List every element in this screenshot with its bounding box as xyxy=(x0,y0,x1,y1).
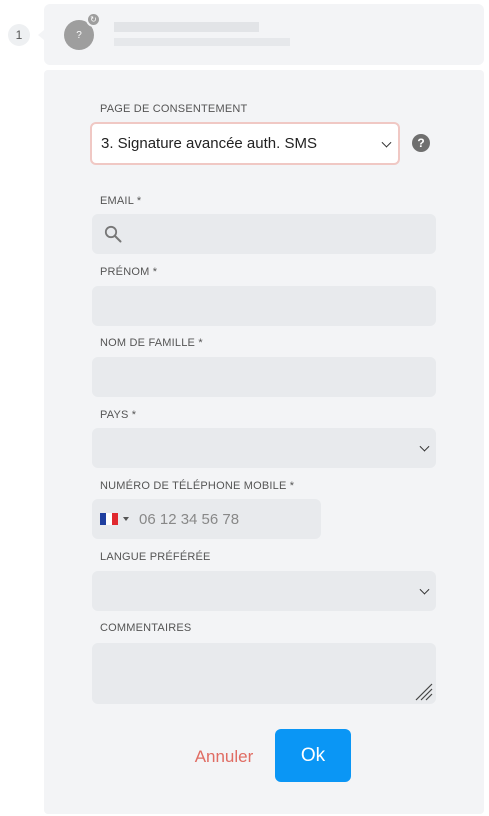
mobile-phone-label: NUMÉRO DE TÉLÉPHONE MOBILE * xyxy=(100,480,295,492)
country-code-caret-icon[interactable] xyxy=(123,517,129,521)
first-name-field[interactable] xyxy=(92,286,436,326)
language-label: LANGUE PRÉFÉRÉE xyxy=(100,551,211,563)
resize-handle-icon[interactable] xyxy=(413,681,433,701)
chevron-down-icon xyxy=(419,441,430,452)
signer-form: PAGE DE CONSENTEMENT 3. Signature avancé… xyxy=(44,70,484,814)
comments-textarea[interactable] xyxy=(92,643,436,704)
first-name-label: PRÉNOM * xyxy=(100,266,158,278)
france-flag-icon[interactable] xyxy=(100,513,118,525)
help-icon[interactable]: ? xyxy=(412,134,430,152)
consent-page-select[interactable]: 3. Signature avancée auth. SMS xyxy=(90,122,400,165)
loading-placeholder-subtitle xyxy=(114,38,290,46)
country-select[interactable] xyxy=(92,428,436,468)
consent-page-selected-value: 3. Signature avancée auth. SMS xyxy=(101,135,317,152)
country-label: PAYS * xyxy=(100,409,137,421)
loading-placeholder-title xyxy=(114,22,259,32)
last-name-label: NOM DE FAMILLE * xyxy=(100,337,203,349)
last-name-field[interactable] xyxy=(92,357,436,397)
language-select[interactable] xyxy=(92,571,436,611)
search-icon xyxy=(104,225,122,243)
mobile-phone-placeholder: 06 12 34 56 78 xyxy=(139,510,240,528)
comments-label: COMMENTAIRES xyxy=(100,622,192,634)
consent-page-label: PAGE DE CONSENTEMENT xyxy=(100,103,248,115)
refresh-icon: ↻ xyxy=(86,12,101,27)
mobile-phone-field[interactable]: 06 12 34 56 78 xyxy=(92,499,321,539)
ok-button[interactable]: Ok xyxy=(275,729,351,782)
signer-header-card[interactable]: ? ↻ xyxy=(44,4,484,65)
step-number-badge: 1 xyxy=(8,24,30,46)
cancel-button[interactable]: Annuler xyxy=(184,742,264,772)
chevron-down-icon xyxy=(381,137,392,148)
email-field[interactable] xyxy=(92,214,436,254)
email-label: EMAIL * xyxy=(100,195,142,207)
chevron-down-icon xyxy=(419,584,430,595)
